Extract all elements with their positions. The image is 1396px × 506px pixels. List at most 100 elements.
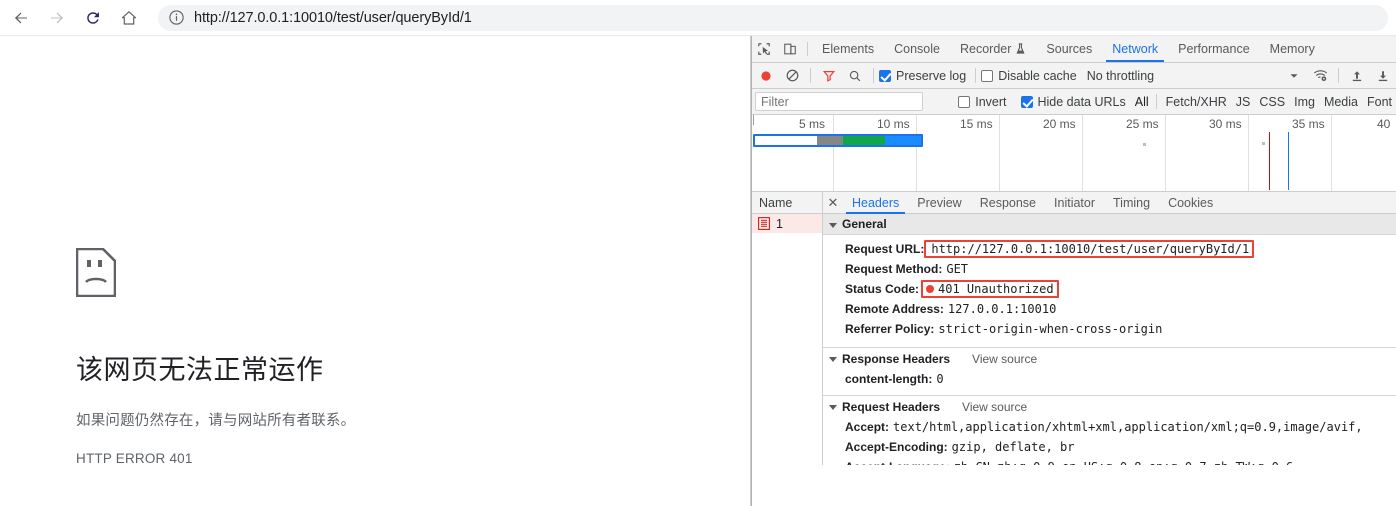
- detail-tab-initiator[interactable]: Initiator: [1045, 192, 1104, 214]
- tab-recorder[interactable]: Recorder: [950, 36, 1036, 62]
- record-button[interactable]: [753, 64, 779, 88]
- response-header-content-length: content-length: 0: [823, 369, 1396, 389]
- filter-button[interactable]: [816, 64, 842, 88]
- preserve-log-checkbox[interactable]: Preserve log: [879, 69, 966, 83]
- network-overview-timeline[interactable]: 5 ms 10 ms 15 ms 20 ms 25 ms 30 ms 35 ms…: [751, 115, 1396, 192]
- tick-label-35ms: 35 ms: [1292, 117, 1325, 131]
- tick-label-25ms: 25 ms: [1126, 117, 1159, 131]
- device-toolbar-button[interactable]: [777, 36, 803, 62]
- segment-download: [885, 136, 921, 145]
- close-detail-button[interactable]: ✕: [823, 195, 843, 211]
- headers-body: General Request URL: http://127.0.0.1:10…: [823, 214, 1396, 465]
- reload-button[interactable]: [78, 3, 108, 33]
- filter-input[interactable]: [755, 92, 923, 111]
- row-value[interactable]: http://127.0.0.1:10010/test/user/queryBy…: [931, 242, 1249, 256]
- filter-type-all[interactable]: All: [1135, 95, 1149, 109]
- back-button[interactable]: [6, 3, 36, 33]
- tab-label: Cookies: [1168, 195, 1214, 210]
- row-value: 127.0.0.1:10010: [947, 302, 1057, 316]
- import-har-button[interactable]: [1344, 64, 1370, 88]
- network-conditions-button[interactable]: [1307, 64, 1333, 88]
- throttling-chevron-button[interactable]: [1281, 64, 1307, 88]
- general-row-status-code: Status Code: 401 Unauthorized: [823, 279, 1396, 299]
- chevron-down-icon: [829, 222, 837, 228]
- segment-stalled: [817, 136, 843, 145]
- view-source-link[interactable]: View source: [972, 352, 1037, 366]
- tab-memory[interactable]: Memory: [1260, 36, 1325, 62]
- inspect-element-icon: [758, 43, 770, 55]
- hide-data-urls-checkbox[interactable]: Hide data URLs: [1020, 95, 1126, 109]
- row-key: Accept:: [845, 420, 890, 434]
- clear-button[interactable]: [779, 64, 805, 88]
- row-key: Status Code:: [845, 282, 920, 296]
- request-row-1[interactable]: 1: [751, 214, 822, 233]
- section-general[interactable]: General: [823, 214, 1396, 235]
- filter-type-font[interactable]: Font: [1367, 95, 1392, 109]
- tab-label: Headers: [852, 195, 900, 210]
- disable-cache-checkbox[interactable]: Disable cache: [981, 69, 1077, 83]
- tab-console[interactable]: Console: [884, 36, 950, 62]
- checkbox-box[interactable]: [879, 69, 891, 82]
- filter-type-js[interactable]: JS: [1236, 95, 1251, 109]
- checkbox-box[interactable]: [958, 95, 971, 108]
- tick-label-15ms: 15 ms: [960, 117, 993, 131]
- wifi-settings-icon: [1313, 70, 1327, 82]
- search-button[interactable]: [842, 64, 868, 88]
- tab-label: Network: [1112, 42, 1159, 56]
- tab-label: Preview: [917, 195, 962, 210]
- filter-type-media[interactable]: Media: [1324, 95, 1358, 109]
- invert-checkbox[interactable]: Invert: [958, 95, 1007, 109]
- home-icon: [122, 10, 136, 25]
- browser-window: http://127.0.0.1:10010/test/user/queryBy…: [0, 0, 1396, 506]
- timeline-dot: [1262, 142, 1265, 145]
- segment-waiting: [843, 136, 885, 145]
- back-arrow-icon: [14, 12, 27, 23]
- detail-tab-response[interactable]: Response: [971, 192, 1045, 214]
- tab-network[interactable]: Network: [1102, 36, 1168, 62]
- tab-performance[interactable]: Performance: [1168, 36, 1260, 62]
- detail-tab-timing[interactable]: Timing: [1104, 192, 1159, 214]
- device-toolbar-icon: [784, 43, 796, 55]
- request-name: 1: [776, 216, 783, 231]
- filter-type-css[interactable]: CSS: [1259, 95, 1285, 109]
- home-button[interactable]: [114, 3, 144, 33]
- row-key: Referrer Policy:: [845, 322, 935, 336]
- network-filter-bar: Invert Hide data URLs All Fetch/XHR JS C…: [751, 89, 1396, 115]
- tab-elements[interactable]: Elements: [812, 36, 884, 62]
- tick-label-40ms: 40: [1377, 117, 1391, 131]
- filter-type-img[interactable]: Img: [1294, 95, 1315, 109]
- reload-icon: [87, 11, 99, 24]
- section-response-headers[interactable]: Response Headers View source: [823, 348, 1396, 369]
- throttling-select[interactable]: No throttling: [1087, 69, 1154, 83]
- tick-label-30ms: 30 ms: [1209, 117, 1242, 131]
- forward-button[interactable]: [42, 3, 72, 33]
- funnel-icon: [822, 70, 836, 82]
- inspect-element-button[interactable]: [751, 36, 777, 62]
- tab-sources[interactable]: Sources: [1036, 36, 1102, 62]
- detail-tab-headers[interactable]: Headers: [843, 192, 908, 214]
- export-har-button[interactable]: [1370, 64, 1396, 88]
- overview-request-bar: [753, 134, 923, 147]
- request-header-accept-encoding: Accept-Encoding: gzip, deflate, br: [823, 437, 1396, 457]
- requests-column-header[interactable]: Name: [751, 192, 822, 214]
- toolbar-divider: [810, 68, 811, 83]
- checkbox-box[interactable]: [1020, 95, 1033, 108]
- page-content: 该网页无法正常运作 如果问题仍然存在，请与网站所有者联系。 HTTP ERROR…: [0, 36, 750, 506]
- checkbox-box[interactable]: [981, 69, 994, 82]
- address-bar[interactable]: http://127.0.0.1:10010/test/user/queryBy…: [158, 4, 1388, 31]
- request-header-accept: Accept: text/html,application/xhtml+xml,…: [823, 417, 1396, 437]
- site-info-icon[interactable]: [168, 9, 185, 26]
- detail-tab-preview[interactable]: Preview: [908, 192, 970, 214]
- devtools-tabbar: Elements Console Recorder Sources Networ…: [751, 36, 1396, 63]
- view-source-link[interactable]: View source: [962, 400, 1027, 414]
- section-request-headers[interactable]: Request Headers View source: [823, 396, 1396, 417]
- segment-queueing: [755, 136, 817, 145]
- tick-label-10ms: 10 ms: [877, 117, 910, 131]
- address-bar-url[interactable]: http://127.0.0.1:10010/test/user/queryBy…: [194, 10, 472, 26]
- detail-tabbar: ✕ Headers Preview Response Initiator Tim…: [823, 192, 1396, 214]
- row-key: Accept-Encoding:: [845, 440, 948, 454]
- row-value: zh-CN,zh;q=0.9,en-US;q=0.8,en;q=0.7,zh-T…: [954, 460, 1294, 465]
- general-row-request-method: Request Method: GET: [823, 259, 1396, 279]
- detail-tab-cookies[interactable]: Cookies: [1159, 192, 1222, 214]
- filter-type-fetch-xhr[interactable]: Fetch/XHR: [1166, 95, 1227, 109]
